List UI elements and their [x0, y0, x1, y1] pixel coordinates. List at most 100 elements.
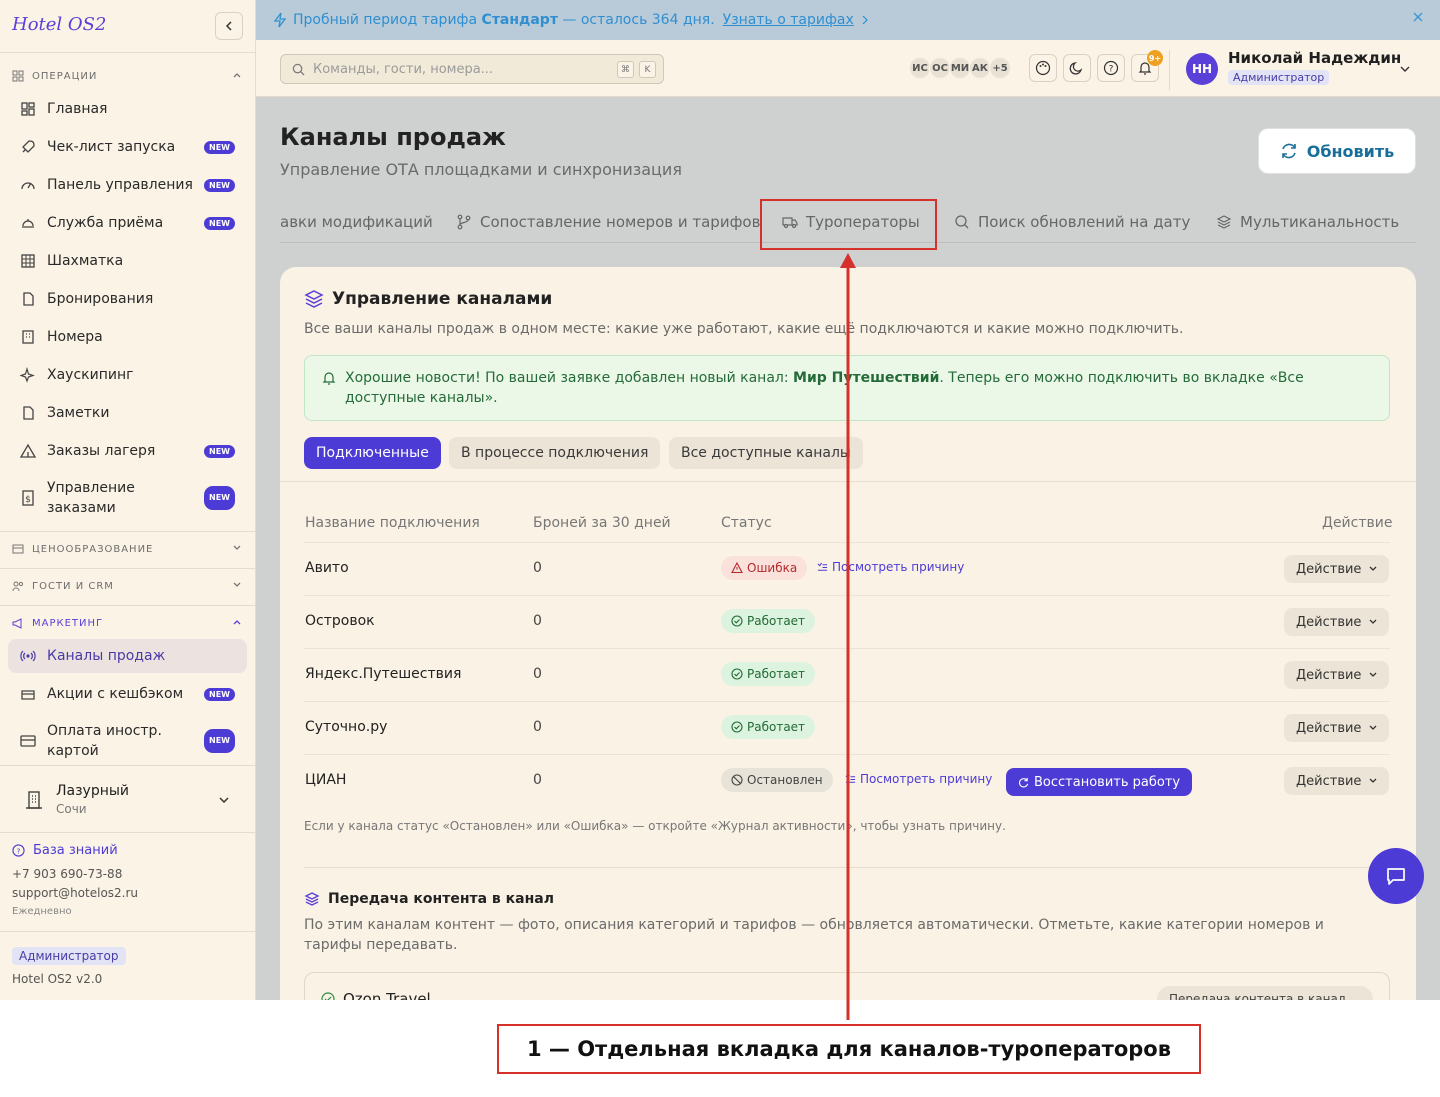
- sidebar-item-home[interactable]: Главная: [8, 92, 247, 126]
- sidebar-item-label: Оплата иностр. картой: [47, 723, 162, 759]
- sidebar-item-label: Главная: [47, 101, 108, 117]
- action-dropdown[interactable]: Действие: [1284, 661, 1389, 689]
- theme-palette-button[interactable]: [1029, 54, 1057, 82]
- sidebar-item-front-desk[interactable]: Служба приёма NEW: [8, 206, 247, 240]
- section-operations[interactable]: ОПЕРАЦИИ: [12, 68, 244, 84]
- chevron-down-icon: [1369, 672, 1377, 677]
- chevron-down-icon[interactable]: [1399, 63, 1411, 75]
- channel-name: Суточно.ру: [305, 719, 388, 735]
- building-icon: [20, 329, 36, 345]
- new-badge: NEW: [204, 486, 235, 510]
- layers-icon: [304, 891, 320, 907]
- grid-icon: [12, 70, 24, 82]
- section-pricing[interactable]: ЦЕНООБРАЗОВАНИЕ: [12, 541, 244, 557]
- users-icon: [12, 581, 24, 592]
- view-reason-link[interactable]: Посмотреть причину: [845, 772, 992, 786]
- divider: [0, 568, 256, 569]
- tab-update-search-by-date[interactable]: Поиск обновлений на дату: [954, 201, 1190, 242]
- action-label: Действие: [1296, 667, 1362, 683]
- tab-multichannel[interactable]: Мультиканальность: [1216, 201, 1399, 242]
- list-icon: [845, 774, 856, 783]
- sidebar-item-launch-checklist[interactable]: Чек-лист запуска NEW: [8, 130, 247, 164]
- action-dropdown[interactable]: Действие: [1284, 714, 1389, 742]
- section-guests-crm[interactable]: ГОСТИ И CRM: [12, 578, 244, 594]
- sidebar-item-bookings[interactable]: Бронирования: [8, 282, 247, 316]
- view-reason-link[interactable]: Посмотреть причину: [817, 560, 964, 574]
- avatar[interactable]: ОС: [929, 57, 951, 79]
- warning-icon: [731, 562, 743, 574]
- action-dropdown[interactable]: Действие: [1284, 767, 1389, 795]
- sidebar-item-control-panel[interactable]: Панель управления NEW: [8, 168, 247, 202]
- tab-modification-requests[interactable]: авки модификаций: [280, 201, 433, 242]
- dark-mode-button[interactable]: [1063, 54, 1091, 82]
- refresh-button[interactable]: Обновить: [1258, 128, 1416, 174]
- dashboard-icon: [20, 101, 36, 117]
- sidebar-item-label: Панель управления: [47, 177, 193, 193]
- notifications-button[interactable]: 9+: [1131, 50, 1163, 82]
- collapse-sidebar-button[interactable]: [215, 12, 243, 40]
- concierge-bell-icon: [20, 215, 36, 231]
- app-logo[interactable]: Hotel OS2: [12, 14, 106, 35]
- page-title: Каналы продаж: [280, 123, 506, 151]
- support-email[interactable]: support@hotelos2.ru: [12, 886, 138, 900]
- chevron-down-icon: [219, 797, 229, 804]
- sidebar-item-rooms[interactable]: Номера: [8, 320, 247, 354]
- divider: [1169, 50, 1170, 90]
- action-dropdown[interactable]: Действие: [1284, 555, 1389, 583]
- sidebar-item-label: Каналы продаж: [47, 648, 166, 664]
- sidebar-item-sales-channels[interactable]: Каналы продаж: [8, 639, 247, 673]
- knowledge-base-link[interactable]: ? База знаний: [12, 843, 118, 858]
- pricing-link[interactable]: Узнать о тарифах: [723, 12, 854, 28]
- bookings-count: 0: [533, 613, 542, 629]
- sidebar-item-cashback[interactable]: Акции с кешбэком NEW: [8, 677, 247, 711]
- sidebar: Hotel OS2 ОПЕРАЦИИ Главная Чек-лист запу…: [0, 0, 256, 1000]
- filter-connected[interactable]: Подключенные: [304, 437, 441, 469]
- sparkles-icon: [20, 367, 36, 383]
- moon-icon: [1069, 62, 1083, 75]
- avatar[interactable]: ИС: [909, 57, 931, 79]
- avatar[interactable]: МИ: [949, 57, 971, 79]
- section-label: ГОСТИ И CRM: [32, 580, 114, 592]
- role-badge: Администратор: [12, 947, 126, 965]
- tab-room-rate-mapping[interactable]: Сопоставление номеров и тарифов: [456, 201, 760, 242]
- sidebar-item-order-management[interactable]: $ Управление заказами NEW: [8, 476, 247, 520]
- sidebar-item-label: Номера: [47, 329, 103, 345]
- chevron-up-icon: [233, 73, 241, 78]
- chevron-down-icon: [233, 545, 241, 550]
- megaphone-icon: [12, 618, 22, 629]
- list-icon: [817, 562, 828, 571]
- user-avatar[interactable]: НН: [1186, 53, 1218, 85]
- help-button[interactable]: ?: [1097, 54, 1125, 82]
- chat-button[interactable]: [1368, 848, 1424, 904]
- filter-all-available[interactable]: Все доступные каналы: [669, 437, 863, 469]
- sidebar-item-notes[interactable]: Заметки: [8, 396, 247, 430]
- svg-text:$: $: [25, 495, 31, 505]
- action-label: Действие: [1296, 773, 1362, 789]
- sidebar-item-housekeeping[interactable]: Хаускипинг: [8, 358, 247, 392]
- page-subtitle: Управление ОТА площадками и синхронизаци…: [280, 160, 682, 179]
- status-hint: Если у канала статус «Остановлен» или «О…: [304, 819, 1006, 833]
- avatar-more[interactable]: +5: [989, 57, 1011, 79]
- action-dropdown[interactable]: Действие: [1284, 608, 1389, 636]
- avatar[interactable]: АК: [969, 57, 991, 79]
- sidebar-item-chessboard[interactable]: Шахматка: [8, 244, 247, 278]
- restore-label: Восстановить работу: [1034, 774, 1181, 790]
- hotel-switcher[interactable]: Лазурный Сочи: [0, 765, 256, 833]
- svg-text:?: ?: [17, 846, 21, 855]
- user-name[interactable]: Николай Надеждин: [1228, 49, 1401, 67]
- search-input[interactable]: Команды, гости, номера... ⌘ K: [280, 54, 664, 84]
- section-marketing[interactable]: МАРКЕТИНГ: [12, 615, 244, 631]
- restore-button[interactable]: Восстановить работу: [1006, 768, 1193, 796]
- sidebar-item-camp-orders[interactable]: Заказы лагеря NEW: [8, 434, 247, 468]
- support-phone[interactable]: +7 903 690-73-88: [12, 867, 122, 881]
- content-transfer-select[interactable]: Передача контента в канал: [1157, 986, 1373, 1000]
- filter-in-progress[interactable]: В процессе подключения: [449, 437, 661, 469]
- new-badge: NEW: [204, 178, 235, 192]
- close-icon[interactable]: [1412, 11, 1424, 23]
- refresh-icon: [1019, 777, 1029, 787]
- sidebar-item-foreign-card[interactable]: Оплата иностр. картой NEW: [8, 719, 247, 763]
- banner-text: Пробный период тарифа: [293, 12, 478, 28]
- sidebar-item-label: Акции с кешбэком: [47, 686, 184, 702]
- chevron-up-icon: [233, 620, 241, 625]
- notification-count: 9+: [1147, 50, 1163, 66]
